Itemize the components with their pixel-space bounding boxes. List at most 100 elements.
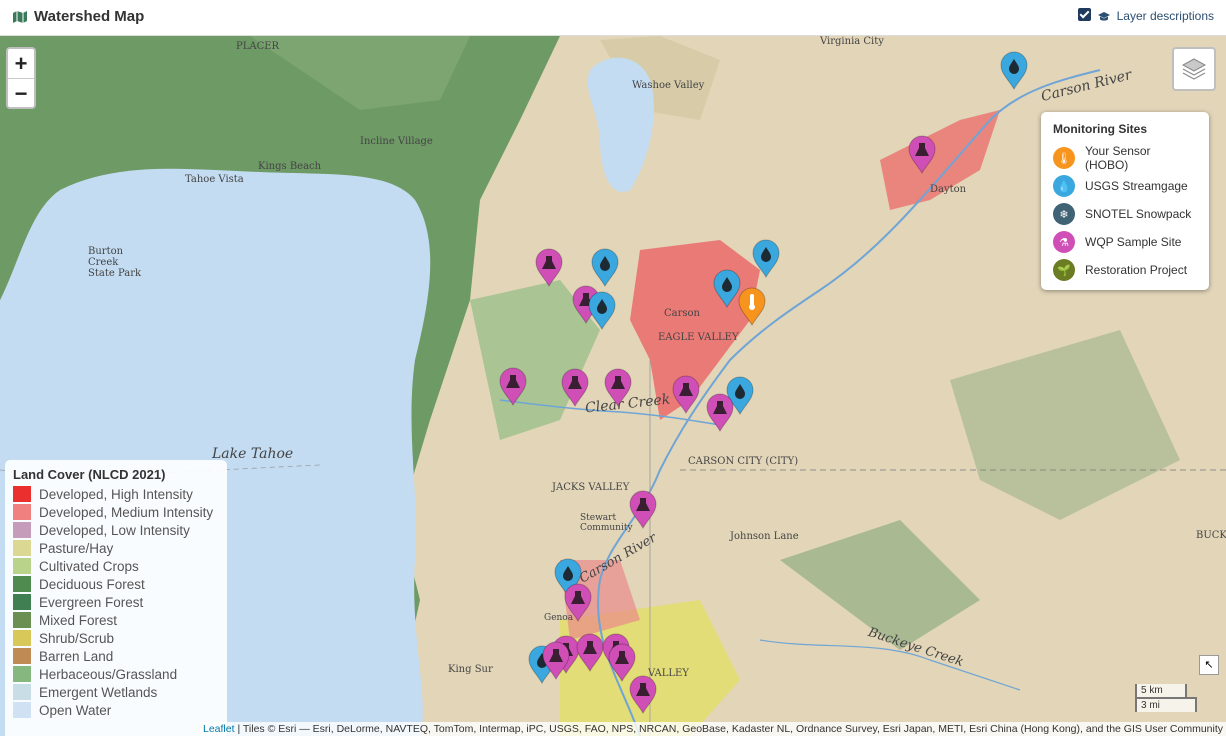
- land-cover-item: Herbaceous/Grassland: [13, 665, 219, 683]
- map-marker-wqp[interactable]: [498, 366, 528, 407]
- map-icon: [13, 10, 27, 23]
- map-marker-usgs[interactable]: [751, 238, 781, 279]
- water-drop-icon: [591, 248, 619, 288]
- flask-icon: [908, 135, 936, 175]
- site-legend-item: ⚗ WQP Sample Site: [1053, 228, 1197, 256]
- label-kings-beach: Kings Beach: [258, 161, 322, 172]
- map-marker-wqp[interactable]: [534, 247, 564, 288]
- land-cover-item: Emergent Wetlands: [13, 683, 219, 701]
- map-marker-wqp[interactable]: [603, 367, 633, 408]
- land-cover-item: Developed, High Intensity: [13, 485, 219, 503]
- flask-icon: [706, 393, 734, 433]
- label-virginia-city: Virginia City: [820, 36, 884, 47]
- land-cover-swatch: [13, 684, 31, 700]
- map-marker-wqp[interactable]: [705, 392, 735, 433]
- label-johnson-lane: Johnson Lane: [730, 531, 799, 542]
- graduation-cap-icon: [1097, 11, 1110, 21]
- label-king-sur: King Sur: [448, 664, 493, 675]
- flask-icon: [499, 367, 527, 407]
- water-drop-icon: [588, 291, 616, 331]
- land-cover-label: Shrub/Scrub: [39, 630, 115, 646]
- seedling-icon: 🌱: [1053, 259, 1075, 281]
- map-marker-wqp[interactable]: [563, 582, 593, 623]
- flask-icon: [629, 490, 657, 530]
- land-cover-swatch: [13, 558, 31, 574]
- monitoring-sites-title: Monitoring Sites: [1053, 122, 1147, 136]
- layers-button[interactable]: [1172, 47, 1216, 91]
- water-drop-icon: 💧: [1053, 175, 1075, 197]
- flask-icon: [672, 375, 700, 415]
- flask-icon: [629, 675, 657, 715]
- label-eagle-valley: EAGLE VALLEY: [658, 332, 739, 343]
- land-cover-item: Mixed Forest: [13, 611, 219, 629]
- map-marker-wqp[interactable]: [671, 374, 701, 415]
- app-title: Watershed Map: [12, 8, 144, 25]
- flask-icon: [535, 248, 563, 288]
- land-cover-swatch: [13, 594, 31, 610]
- land-cover-item: Shrub/Scrub: [13, 629, 219, 647]
- map-marker-wqp[interactable]: [907, 134, 937, 175]
- land-cover-item: Barren Land: [13, 647, 219, 665]
- map-marker-usgs[interactable]: [999, 50, 1029, 91]
- zoom-out-button[interactable]: −: [8, 78, 34, 108]
- monitoring-sites-legend: Monitoring Sites 🌡 Your Sensor (HOBO) 💧 USG…: [1041, 112, 1209, 290]
- site-legend-label: Restoration Project: [1085, 263, 1188, 277]
- site-legend-item: ❄ SNOTEL Snowpack: [1053, 200, 1197, 228]
- site-legend-item: 🌱 Restoration Project: [1053, 256, 1197, 284]
- land-cover-swatch: [13, 648, 31, 664]
- land-cover-label: Herbaceous/Grassland: [39, 666, 178, 682]
- zoom-in-button[interactable]: +: [8, 49, 34, 78]
- site-legend-item: 💧 USGS Streamgage: [1053, 172, 1197, 200]
- thermometer-icon: 🌡: [1053, 147, 1075, 169]
- expand-icon[interactable]: ↖: [1199, 655, 1219, 675]
- flask-icon: [542, 641, 570, 681]
- site-legend-label: Your Sensor (HOBO): [1084, 144, 1151, 172]
- land-cover-label: Developed, Low Intensity: [39, 522, 190, 538]
- label-burton: Burton Creek State Park: [88, 246, 142, 279]
- label-washoe-valley: Washoe Valley: [632, 80, 705, 91]
- map-marker-wqp[interactable]: [628, 674, 658, 715]
- land-cover-label: Developed, High Intensity: [39, 486, 193, 502]
- thermometer-icon: [738, 287, 766, 327]
- attribution: Leaflet | Tiles © Esri — Esri, DeLorme, …: [200, 722, 1226, 736]
- land-cover-swatch: [13, 612, 31, 628]
- flask-icon: [564, 583, 592, 623]
- site-legend-label: SNOTEL Snowpack: [1085, 207, 1192, 221]
- layer-descriptions-toggle[interactable]: Layer descriptions: [1077, 7, 1214, 23]
- land-cover-label: Mixed Forest: [39, 612, 118, 628]
- land-cover-title: Land Cover (NLCD 2021): [13, 467, 166, 482]
- layer-descriptions-checkbox[interactable]: [1077, 7, 1091, 21]
- label-placer: PLACER: [236, 41, 280, 52]
- land-cover-label: Open Water: [39, 702, 112, 718]
- land-cover-swatch: [13, 504, 31, 520]
- zoom-control: + −: [6, 47, 36, 109]
- water-drop-icon: [752, 239, 780, 279]
- land-cover-item: Open Water: [13, 701, 219, 719]
- label-carson-city: CARSON CITY (CITY): [688, 456, 799, 467]
- land-cover-swatch: [13, 666, 31, 682]
- site-legend-item: 🌡 Your Sensor (HOBO): [1053, 144, 1197, 172]
- label-buck: BUCK: [1196, 530, 1226, 541]
- land-cover-swatch: [13, 522, 31, 538]
- land-cover-label: Developed, Medium Intensity: [39, 504, 214, 520]
- flask-icon: [604, 368, 632, 408]
- land-cover-swatch: [13, 576, 31, 592]
- land-cover-label: Emergent Wetlands: [39, 684, 158, 700]
- map-marker-wqp[interactable]: [628, 489, 658, 530]
- land-cover-swatch: [13, 630, 31, 646]
- attribution-text: | Tiles © Esri — Esri, DeLorme, NAVTEQ, …: [234, 723, 1223, 735]
- label-incline: Incline Village: [360, 136, 433, 147]
- label-tahoe-vista: Tahoe Vista: [185, 174, 244, 185]
- map-marker-hobo[interactable]: [737, 286, 767, 327]
- land-cover-swatch: [13, 486, 31, 502]
- map-marker-usgs[interactable]: [590, 247, 620, 288]
- site-legend-label: WQP Sample Site: [1085, 235, 1182, 249]
- scale-bar: 5 km 3 mi: [1135, 684, 1217, 712]
- land-cover-item: Cultivated Crops: [13, 557, 219, 575]
- map-marker-usgs[interactable]: [587, 290, 617, 331]
- map-marker-wqp[interactable]: [560, 367, 590, 408]
- land-cover-label: Barren Land: [39, 648, 114, 664]
- leaflet-link[interactable]: Leaflet: [203, 723, 235, 735]
- land-cover-item: Evergreen Forest: [13, 593, 219, 611]
- map-marker-wqp[interactable]: [541, 640, 571, 681]
